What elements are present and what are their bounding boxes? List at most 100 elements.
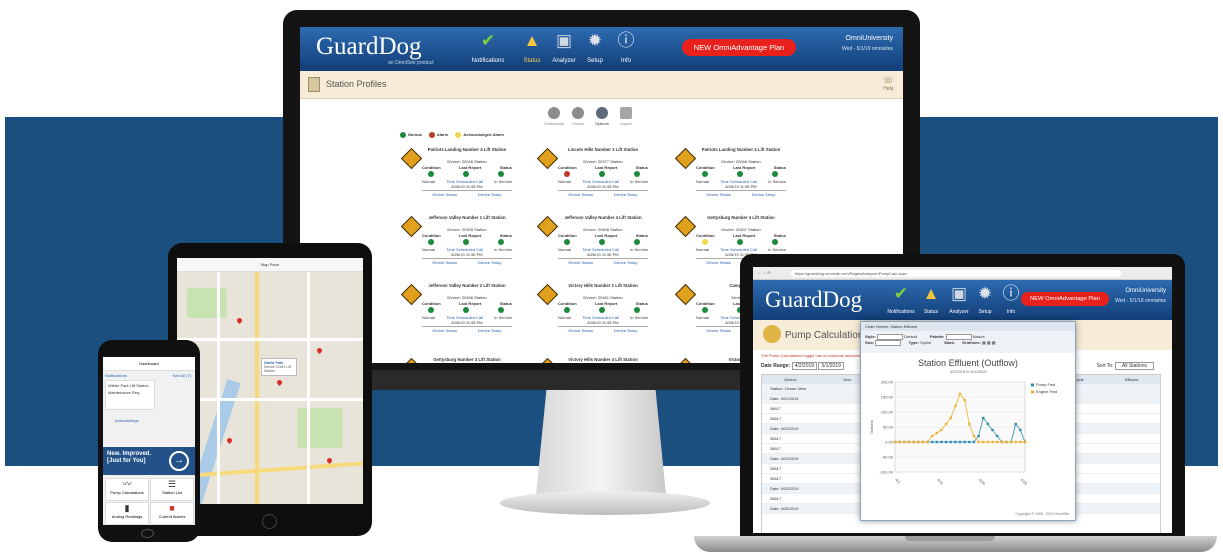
omniadvantage-plan-button[interactable]: NEW OmniAdvantage Plan — [1021, 292, 1109, 306]
nav-notifications[interactable]: ✔ Notifications — [468, 31, 508, 64]
station-card[interactable]: Victory Hills Number 4 Lift Station — [536, 357, 648, 363]
report-dot — [599, 171, 605, 177]
org-info[interactable]: OmniUniversity Wed - 5/1/19 omnisites — [842, 35, 893, 52]
device-setup-link[interactable]: Device Setup — [478, 192, 502, 197]
report-dot — [737, 171, 743, 177]
grid-column-header[interactable]: Effluent — [1103, 375, 1160, 384]
device-setup-link[interactable]: Device Setup — [614, 260, 638, 265]
notification-card[interactable]: Wilder Park Lift Station Maintenance Req… — [105, 380, 155, 410]
data-point — [921, 440, 925, 444]
phone-home-button — [141, 529, 154, 538]
nav-info[interactable]: ⓘ Info — [606, 31, 646, 64]
data-point — [1009, 440, 1013, 444]
monitor-stand-base — [500, 491, 710, 515]
browser-nav-icons[interactable]: ← → ⟳ — [757, 270, 771, 275]
map-pane-title: Map Pane — [177, 258, 363, 272]
condition-dot — [702, 307, 708, 313]
map-pin-icon[interactable] — [315, 346, 324, 355]
device-status-link[interactable]: Device Status — [706, 192, 731, 197]
condition-dot — [702, 171, 708, 177]
guarddog-logo[interactable]: GuardDog — [316, 33, 422, 61]
device-status-link[interactable]: Device Status — [432, 192, 457, 197]
tile-station-list[interactable]: ☰ Station List — [150, 478, 194, 501]
check-icon: ✔ — [893, 284, 909, 303]
station-card[interactable]: Patriots Landing Number 4 Lift Station De… — [674, 147, 786, 209]
station-indicators — [422, 171, 512, 177]
device-status-link[interactable]: Device Status — [432, 328, 457, 333]
lift-station-icon — [536, 215, 559, 238]
device-status-link[interactable]: Device Status — [568, 260, 593, 265]
acknowledge-button[interactable]: Acknowledge — [115, 418, 139, 423]
date-to-input[interactable]: 5/1/2019 — [818, 362, 844, 370]
station-device: Device: 20461 Station — [583, 295, 623, 300]
x-tick-label: 4/11 — [936, 478, 944, 486]
status-dot — [634, 239, 640, 245]
y-tick-label: -100.00 — [879, 470, 893, 475]
map-pin-icon[interactable] — [275, 378, 284, 387]
gridlines-toggle-icons[interactable]: ▦ ▦ ▦ — [982, 340, 996, 345]
data-point — [982, 416, 985, 420]
tile-pump-calculations[interactable]: 〰 Pump Calculations — [105, 478, 149, 501]
data-point — [972, 440, 976, 444]
date-from-input[interactable]: 4/2/2019 — [791, 362, 818, 370]
data-point — [958, 440, 962, 444]
data-point — [991, 428, 994, 432]
tile-current-alarms[interactable]: ■ Current Alarms — [150, 502, 194, 525]
station-card[interactable]: Victory Hills Number 1 Lift Station Devic… — [536, 283, 648, 345]
check-icon: ✔ — [480, 31, 496, 50]
sort-control[interactable]: Sort To: All Stations — [1096, 362, 1154, 370]
help-button[interactable]: ☏ Help — [883, 75, 894, 92]
station-card[interactable]: Gettysburg Number 3 Lift Station — [400, 357, 512, 363]
data-point — [1023, 440, 1027, 444]
station-timestamp: 8/26/19 11:55 PM — [451, 184, 483, 189]
map-street — [307, 272, 310, 504]
map-pin-icon[interactable] — [235, 316, 244, 325]
device-status-link[interactable]: Device Status — [568, 328, 593, 333]
data-point — [986, 440, 990, 444]
copyright: Copyright © 1998 - 2019 OmniSite — [1015, 512, 1069, 516]
map-pin-icon[interactable] — [225, 436, 234, 445]
omniadvantage-plan-button[interactable]: NEW OmniAdvantage Plan — [682, 39, 796, 56]
date-range[interactable]: Date Range: 4/2/2019 5/1/2019 — [761, 362, 844, 370]
size-select[interactable] — [875, 340, 902, 346]
station-card[interactable]: Jefferson Valley Number 4 Lift Station De… — [536, 215, 648, 277]
org-info[interactable]: OmniUniversity Wed - 5/1/19 omnisites — [1115, 288, 1166, 304]
y-tick-label: 100.00 — [881, 410, 894, 415]
device-status-link[interactable]: Device Status — [568, 192, 593, 197]
device-setup-link[interactable]: Device Setup — [614, 328, 638, 333]
import-icon — [620, 107, 632, 119]
map-park — [187, 288, 227, 318]
warning-icon: ▲ — [922, 284, 940, 303]
station-card[interactable]: Jefferson Valley Number 2 Lift Station De… — [400, 283, 512, 345]
tile-analog-readings[interactable]: ▮ Analog Readings — [105, 502, 149, 525]
see-all-link[interactable]: See All (7) — [173, 373, 191, 378]
station-card[interactable]: Lincoln Hills Number 1 Lift Station Devic… — [536, 147, 648, 209]
promo-banner[interactable]: New. Improved. [Just for You] → — [103, 447, 195, 475]
lift-station-icon — [674, 147, 697, 170]
chart-viewer-dialog[interactable]: Chart Viewer: Station Effluent Style: De… — [860, 321, 1076, 521]
device-setup-link[interactable]: Device Setup — [752, 192, 776, 197]
device-status-link[interactable]: Device Status — [706, 260, 731, 265]
station-card[interactable]: Patriots Landing Number 4 Lift Station De… — [400, 147, 512, 209]
device-setup-link[interactable]: Device Setup — [478, 260, 502, 265]
guarddog-logo[interactable]: GuardDog — [765, 287, 862, 313]
sort-select[interactable]: All Stations — [1114, 362, 1154, 370]
data-point — [982, 440, 985, 444]
pump-icon: 〰 — [122, 479, 132, 489]
condition-dot — [564, 171, 570, 177]
device-status-link[interactable]: Device Status — [432, 260, 457, 265]
device-status-link[interactable]: Device Status — [706, 328, 731, 333]
data-point — [1005, 440, 1008, 444]
y-tick-label: -50.00 — [882, 455, 894, 460]
device-setup-link[interactable]: Device Setup — [614, 192, 638, 197]
station-indicators — [558, 171, 648, 177]
toolbar-import[interactable]: Import — [612, 107, 640, 126]
device-setup-link[interactable]: Device Setup — [478, 328, 502, 333]
chart-title: Station Effluent (Outflow) — [918, 358, 1018, 368]
map-callout[interactable]: Gaelic Park Device 22451 Lift Station — [261, 358, 297, 376]
logo-subtitle: an OmniSite product — [388, 60, 434, 66]
data-point — [963, 440, 966, 444]
station-card[interactable]: Jefferson Valley Number 1 Lift Station De… — [400, 215, 512, 277]
url-bar[interactable]: https://guarddog.omnisite.com/Pages/Anal… — [791, 270, 1121, 277]
grid-column-header[interactable]: Device — [762, 375, 819, 384]
